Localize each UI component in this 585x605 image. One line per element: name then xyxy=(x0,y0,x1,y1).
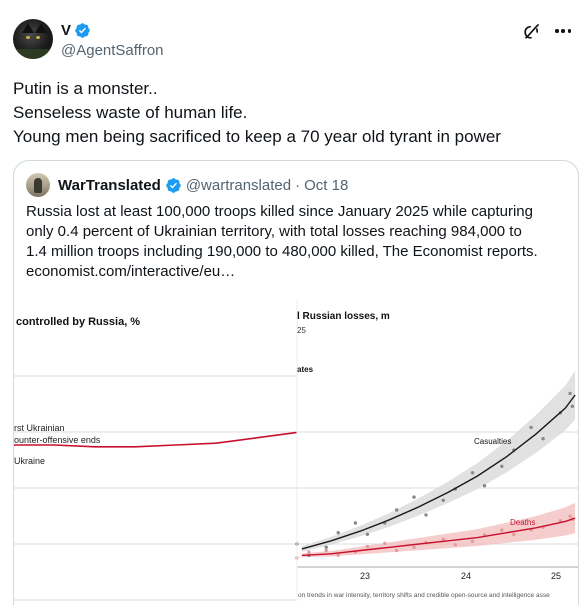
scatter-point xyxy=(324,548,328,553)
handle[interactable]: @AgentSaffron xyxy=(61,42,164,59)
deaths-label: Deaths xyxy=(510,518,535,527)
grok-icon[interactable] xyxy=(521,22,541,42)
scatter-point xyxy=(365,544,370,549)
x-tick-label: 24 xyxy=(461,571,471,581)
scatter-point xyxy=(470,471,475,475)
quoted-post-header: WarTranslated @wartranslated · Oct 18 xyxy=(26,173,348,197)
scatter-point xyxy=(529,425,533,430)
left-annotation-line2: ounter-offensive ends xyxy=(14,435,101,445)
scatter-point xyxy=(453,543,457,547)
post-text: Putin is a monster.. Senseless waste of … xyxy=(13,77,573,149)
scatter-point xyxy=(336,553,340,557)
scatter-point xyxy=(512,532,516,537)
avatar-eye xyxy=(26,36,30,39)
deaths-confidence-band xyxy=(301,502,576,557)
scatter-point xyxy=(500,464,504,468)
post-text-line: Senseless waste of human life. xyxy=(13,103,248,122)
scatter-point xyxy=(424,513,428,517)
quoted-handle[interactable]: @wartranslated xyxy=(186,177,291,194)
scatter-point xyxy=(441,498,445,502)
quoted-text-link[interactable]: economist.com/interactive/eu… xyxy=(26,262,571,282)
scatter-point xyxy=(395,548,399,553)
dot xyxy=(561,29,565,33)
scatter-point xyxy=(482,484,487,488)
avatar[interactable] xyxy=(13,19,53,59)
scatter-point xyxy=(336,531,340,535)
verified-badge-icon[interactable] xyxy=(165,177,182,194)
scatter-point xyxy=(383,541,387,546)
quoted-post[interactable]: WarTranslated @wartranslated · Oct 18 Ru… xyxy=(13,160,579,605)
right-chart-title: l Russian losses, m xyxy=(297,311,390,322)
scatter-point xyxy=(568,391,572,396)
scatter-point xyxy=(353,521,358,525)
scatter-point xyxy=(500,528,504,532)
scatter-point xyxy=(307,550,311,554)
quoted-avatar[interactable] xyxy=(26,173,50,197)
avatar-ear xyxy=(35,23,47,33)
separator-dot: · xyxy=(295,176,301,194)
post-text-line: Young men being sacrificed to keep a 70 … xyxy=(13,127,501,146)
dot xyxy=(567,29,571,33)
quoted-text-line: 1.4 million troops including 190,000 to … xyxy=(26,243,538,260)
left-label-ukraine: Ukraine xyxy=(14,456,45,466)
post-text-line: Putin is a monster.. xyxy=(13,79,158,98)
chart-collage: controlled by Russia, % rst Ukrainian ou… xyxy=(14,299,578,601)
x-tick-label: 25 xyxy=(551,571,561,581)
avatar-eye xyxy=(36,36,40,39)
scatter-point xyxy=(412,495,416,499)
author-names: V @AgentSaffron xyxy=(61,20,164,60)
x-tick-label: 23 xyxy=(360,571,370,581)
scatter-point xyxy=(470,539,475,544)
left-chart-panel: controlled by Russia, % rst Ukrainian ou… xyxy=(14,316,298,601)
dot xyxy=(555,29,559,33)
scatter-point xyxy=(412,545,416,549)
right-chart-panel: l Russian losses, m 25 ates Casualties D… xyxy=(295,311,578,599)
scatter-point xyxy=(365,532,370,536)
right-label-estimates: ates xyxy=(297,365,314,374)
left-annotation-line1: rst Ukrainian xyxy=(14,423,65,433)
post: V @AgentSaffron Putin is a monster.. Sen… xyxy=(0,0,585,605)
display-name[interactable]: V xyxy=(61,22,71,39)
right-chart-subtitle: 25 xyxy=(297,326,306,335)
display-name-row: V xyxy=(61,20,164,40)
scatter-point xyxy=(324,545,328,549)
scatter-point xyxy=(395,508,399,512)
post-header: V @AgentSaffron xyxy=(13,19,573,63)
quoted-display-name[interactable]: WarTranslated xyxy=(58,177,161,194)
quoted-date[interactable]: Oct 18 xyxy=(304,177,348,194)
scatter-point xyxy=(570,404,575,408)
chart-footnote: on trends in war intensity, territory sh… xyxy=(298,592,550,599)
quoted-text: Russia lost at least 100,000 troops kill… xyxy=(26,202,571,282)
verified-badge-icon[interactable] xyxy=(74,22,91,39)
scatter-point xyxy=(541,437,545,441)
quoted-media-image[interactable]: controlled by Russia, % rst Ukrainian ou… xyxy=(14,299,578,605)
more-options-icon[interactable] xyxy=(553,21,573,41)
avatar-background xyxy=(13,49,53,59)
scatter-point xyxy=(568,514,572,518)
quoted-text-line: Russia lost at least 100,000 troops kill… xyxy=(26,203,533,220)
quoted-text-line: only 0.4 percent of Ukrainian territory,… xyxy=(26,223,522,240)
left-chart-title: controlled by Russia, % xyxy=(16,316,140,328)
avatar-ear xyxy=(22,23,34,33)
casualties-label: Casualties xyxy=(474,437,511,446)
